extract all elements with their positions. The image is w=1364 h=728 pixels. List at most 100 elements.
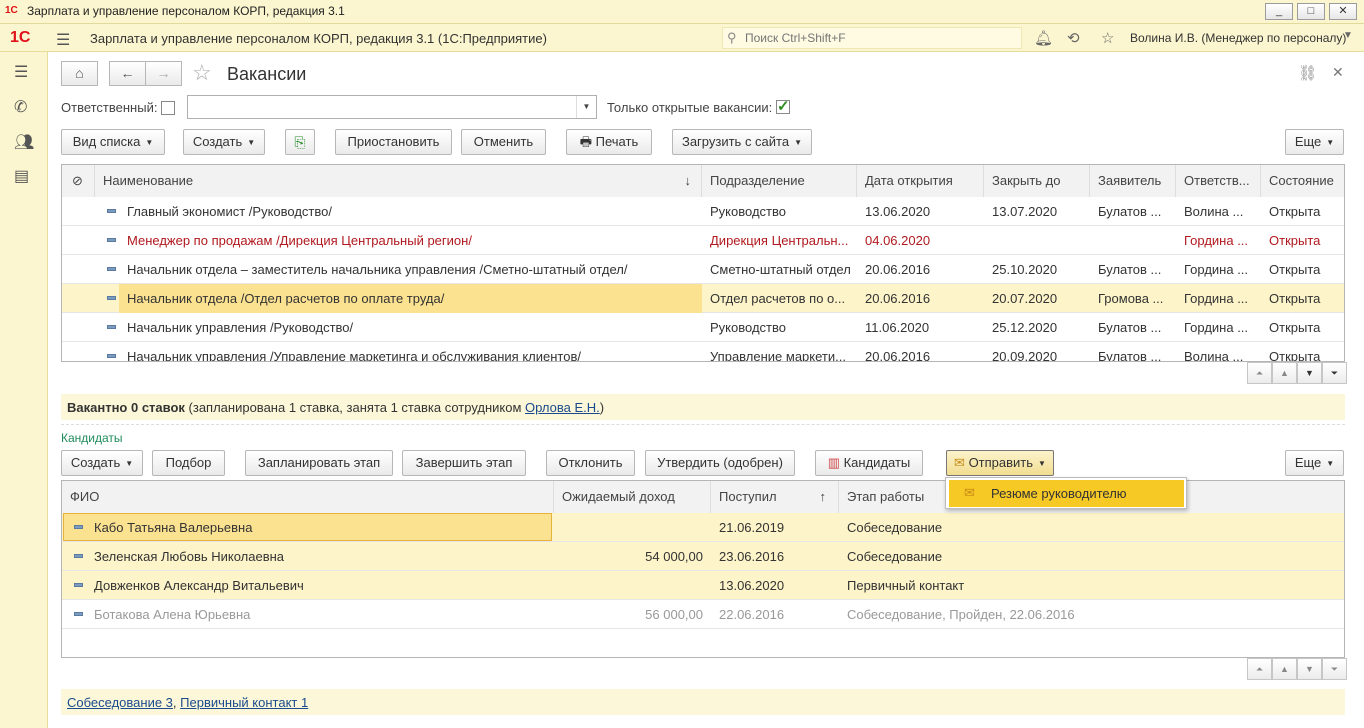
envelope-icon: ✉ bbox=[964, 485, 975, 500]
cell-applicant: Булатов ... bbox=[1098, 204, 1162, 219]
table-row[interactable]: Начальник управления /Руководство/Руково… bbox=[62, 313, 1344, 342]
scroll-top-icon[interactable]: ⏶ bbox=[1247, 658, 1272, 680]
column-header-responsible[interactable]: Ответств... bbox=[1176, 165, 1261, 197]
chevron-down-icon[interactable]: ▼ bbox=[576, 96, 596, 118]
home-button[interactable]: ⌂ bbox=[61, 61, 98, 86]
send-dropdown-menu: ✉ Резюме руководителю bbox=[945, 477, 1187, 509]
column-header-fio[interactable]: ФИО bbox=[62, 481, 554, 513]
candidates-report-button[interactable]: ▥ Кандидаты bbox=[815, 450, 923, 476]
table-row[interactable]: Начальник отдела /Отдел расчетов по опла… bbox=[62, 284, 1344, 313]
app-header: 1С ☰ Зарплата и управление персоналом КО… bbox=[0, 24, 1364, 52]
back-button[interactable]: ← bbox=[109, 61, 146, 86]
menu-item-resume-to-manager[interactable]: ✉ Резюме руководителю bbox=[949, 480, 1184, 507]
maximize-button[interactable]: □ bbox=[1297, 3, 1325, 20]
table-row[interactable]: Начальник управления /Управление маркети… bbox=[62, 342, 1344, 362]
column-header-opened[interactable]: Дата открытия bbox=[857, 165, 984, 197]
cell-opened: 13.06.2020 bbox=[865, 204, 931, 219]
table-row[interactable]: Начальник отдела – заместитель начальник… bbox=[62, 255, 1344, 284]
table-row[interactable]: Зеленская Любовь Николаевна 54 000,00 23.0… bbox=[62, 542, 1344, 571]
create-button[interactable]: Создать ▼ bbox=[183, 129, 265, 155]
phone-icon[interactable]: ✆ bbox=[14, 97, 27, 117]
forward-button[interactable]: → bbox=[145, 61, 182, 86]
print-label: Печать bbox=[595, 134, 639, 149]
copy-document-icon[interactable]: ⎘ bbox=[285, 129, 315, 155]
table-row[interactable]: Главный экономист /Руководство/Руководст… bbox=[62, 197, 1344, 226]
users-icon[interactable]: 👥︎ bbox=[14, 132, 34, 152]
candidates-section-title: Кандидаты bbox=[61, 431, 123, 445]
global-search[interactable]: ⚲ bbox=[722, 27, 1022, 49]
sort-desc-icon: ↓ bbox=[684, 173, 692, 188]
favorite-star-icon[interactable]: ☆ bbox=[192, 60, 212, 86]
reject-button[interactable]: Отклонить bbox=[546, 450, 635, 476]
scroll-bottom-icon[interactable]: ⏷ bbox=[1322, 362, 1347, 384]
close-form-icon[interactable]: ✕ bbox=[1332, 64, 1344, 81]
card-icon[interactable]: ▤ bbox=[14, 166, 29, 186]
search-input[interactable] bbox=[745, 30, 1015, 46]
cell-status: Открыта bbox=[1269, 291, 1321, 306]
app-title: Зарплата и управление персоналом КОРП, р… bbox=[90, 31, 547, 46]
create-candidate-button[interactable]: Создать ▼ bbox=[61, 450, 143, 476]
column-header-name[interactable]: Наименование ↓ bbox=[95, 165, 702, 197]
menu-icon[interactable]: ☰ bbox=[56, 30, 70, 50]
cell-resp: Волина ... bbox=[1184, 349, 1244, 362]
more-label: Еще bbox=[1294, 134, 1322, 149]
close-window-button[interactable]: ✕ bbox=[1329, 3, 1357, 20]
column-header-status[interactable]: Состояние bbox=[1261, 165, 1344, 197]
vacancy-info-text: Вакантно 0 ставок (запланирована 1 ставк… bbox=[67, 400, 604, 415]
column-header-applicant[interactable]: Заявитель bbox=[1090, 165, 1176, 197]
cell-applicant: Булатов ... bbox=[1098, 349, 1162, 362]
table-row[interactable]: Ботакова Алена Юрьевна 56 000,00 22.06.201… bbox=[62, 600, 1344, 629]
scroll-up-icon[interactable]: ▲ bbox=[1272, 658, 1297, 680]
send-button[interactable]: ✉ Отправить ▼ bbox=[946, 450, 1054, 476]
history-icon[interactable]: ⟲ bbox=[1067, 29, 1080, 47]
more-button[interactable]: Еще ▼ bbox=[1285, 129, 1344, 155]
star-favorites-icon[interactable]: ☆ bbox=[1101, 29, 1114, 47]
bell-icon[interactable]: 🔔︎ bbox=[1034, 29, 1053, 47]
row-marker-icon bbox=[74, 583, 83, 587]
cell-opened: 20.06.2016 bbox=[865, 262, 931, 277]
column-header-received[interactable]: Поступил ↑ bbox=[711, 481, 839, 513]
cell-name: Менеджер по продажам /Дирекция Центральн… bbox=[127, 233, 472, 248]
cell-opened: 20.06.2016 bbox=[865, 349, 931, 362]
candidates-more-button[interactable]: Еще ▼ bbox=[1285, 450, 1344, 476]
vacancy-info-tail: ) bbox=[599, 400, 605, 415]
link-icon[interactable]: ⛓︎ bbox=[1298, 64, 1317, 82]
print-button[interactable]: 🖶︎ Печать bbox=[566, 129, 652, 155]
cancel-vacancy-button[interactable]: Отменить bbox=[461, 129, 546, 155]
cell-name: Начальник управления /Управление маркети… bbox=[127, 349, 581, 362]
table-row[interactable]: Довженков Александр Витальевич 13.06.2020… bbox=[62, 571, 1344, 600]
approve-button[interactable]: Утвердить (одобрен) bbox=[645, 450, 795, 476]
scroll-down-icon[interactable]: ▼ bbox=[1297, 362, 1322, 384]
table-row[interactable]: Кабо Татьяна Валерьевна 21.06.2019 Собесед… bbox=[62, 513, 1344, 542]
scroll-up-icon[interactable]: ▲ bbox=[1272, 362, 1297, 384]
responsible-field[interactable]: ▼ bbox=[187, 95, 597, 119]
scroll-bottom-icon[interactable]: ⏷ bbox=[1322, 658, 1347, 680]
finish-stage-button[interactable]: Завершить этап bbox=[402, 450, 526, 476]
stage-link-interview[interactable]: Собеседование 3 bbox=[67, 695, 173, 710]
cell-stage: Первичный контакт bbox=[847, 578, 965, 593]
employee-link[interactable]: Орлова Е.Н. bbox=[525, 400, 600, 415]
minimize-button[interactable]: _ bbox=[1265, 3, 1293, 20]
main-menu-icon[interactable]: ☰ bbox=[14, 62, 28, 82]
cell-name: Начальник отдела – заместитель начальник… bbox=[127, 262, 628, 277]
cell-status: Открыта bbox=[1269, 262, 1321, 277]
column-header-dept[interactable]: Подразделение bbox=[702, 165, 857, 197]
scroll-top-icon[interactable]: ⏶ bbox=[1247, 362, 1272, 384]
view-list-button[interactable]: Вид списка ▼ bbox=[61, 129, 165, 155]
current-user[interactable]: Волина И.В. (Менеджер по персоналу) bbox=[1130, 31, 1346, 45]
cell-status: Открыта bbox=[1269, 233, 1321, 248]
vacancies-table[interactable]: ⊘ Наименование ↓ Подразделение Дата откры… bbox=[61, 164, 1345, 362]
scroll-down-icon[interactable]: ▼ bbox=[1297, 658, 1322, 680]
table-row[interactable]: Менеджер по продажам /Дирекция Центральн… bbox=[62, 226, 1344, 255]
stage-link-first-contact[interactable]: Первичный контакт 1 bbox=[180, 695, 308, 710]
column-header-income[interactable]: Ожидаемый доход bbox=[554, 481, 711, 513]
chevron-down-icon[interactable]: ▼ bbox=[1343, 30, 1353, 41]
pick-button[interactable]: Подбор bbox=[152, 450, 225, 476]
open-only-checkbox[interactable] bbox=[776, 97, 790, 115]
column-header-close-by[interactable]: Закрыть до bbox=[984, 165, 1090, 197]
suspend-button[interactable]: Приостановить bbox=[335, 129, 452, 155]
attachment-icon[interactable]: ⊘ bbox=[62, 165, 95, 197]
responsible-checkbox[interactable] bbox=[161, 101, 175, 115]
plan-stage-button[interactable]: Запланировать этап bbox=[245, 450, 393, 476]
load-from-site-button[interactable]: Загрузить с сайта ▼ bbox=[672, 129, 812, 155]
